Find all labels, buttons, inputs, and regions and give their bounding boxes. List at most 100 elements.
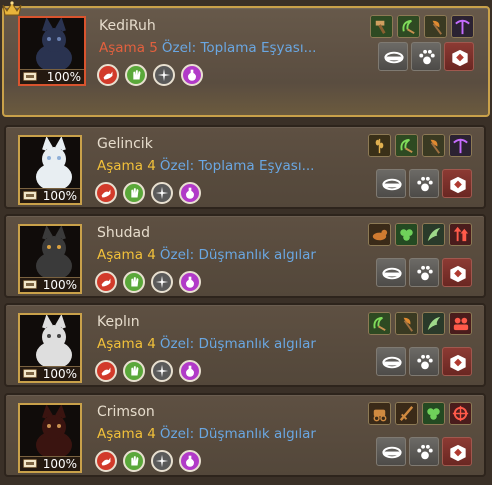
pet-stats (95, 271, 201, 293)
pet-portrait[interactable]: 100% (18, 16, 86, 86)
potion-icon[interactable] (179, 450, 201, 472)
pet-image (36, 405, 72, 459)
pet-card[interactable]: 100% Keplın Aşama 4 Özel: Düşmanlık algıl… (4, 303, 486, 387)
special-ability: Özel: Düşmanlık algılar (159, 336, 316, 352)
pet-skills (370, 15, 474, 38)
pet-card[interactable]: 100% Crimson Aşama 4 Özel: Düşmanlık algı… (4, 393, 486, 477)
sparkle-icon[interactable] (151, 182, 173, 204)
pet-percent: 100% (20, 188, 80, 203)
pet-skills (368, 312, 472, 335)
speed-icon[interactable] (95, 182, 117, 204)
sparkle-icon[interactable] (151, 450, 173, 472)
pet-percent: 100% (20, 69, 84, 84)
pet-name: Gelincik (97, 136, 153, 152)
axe-icon[interactable] (422, 134, 445, 157)
pet-stats (95, 182, 201, 204)
hand-icon[interactable] (125, 64, 147, 86)
sparkle-icon[interactable] (151, 271, 173, 293)
release-icon[interactable] (442, 347, 472, 376)
paw-icon[interactable] (409, 347, 439, 376)
speed-icon[interactable] (95, 271, 117, 293)
pet-card[interactable]: 100% Shudad Aşama 4 Özel: Düşmanlık algıl… (4, 214, 486, 298)
paw-icon[interactable] (409, 258, 439, 287)
pet-stats (95, 360, 201, 382)
stage-label: Aşama 4 (97, 426, 156, 442)
sickle-icon[interactable] (395, 134, 418, 157)
sickle-icon[interactable] (368, 312, 391, 335)
hand-icon[interactable] (123, 360, 145, 382)
pet-name: Keplın (97, 314, 140, 330)
speed-icon[interactable] (95, 360, 117, 382)
release-icon[interactable] (442, 258, 472, 287)
arrow-up-icon[interactable] (449, 223, 472, 246)
pet-actions (376, 437, 472, 466)
sickle-icon[interactable] (397, 15, 420, 38)
pet-percent: 100% (20, 277, 80, 292)
pickaxe-icon[interactable] (451, 15, 474, 38)
pet-percent: 100% (20, 456, 80, 471)
potion-icon[interactable] (179, 182, 201, 204)
pet-stage: Aşama 4 Özel: Düşmanlık algılar (97, 336, 316, 352)
special-ability: Özel: Düşmanlık algılar (159, 247, 316, 263)
pet-portrait[interactable]: 100% (18, 135, 82, 205)
pet-card[interactable]: 100% KediRuh Aşama 5 Özel: Toplama Eşyası… (2, 6, 490, 117)
axe-icon[interactable] (424, 15, 447, 38)
wheat-icon[interactable] (368, 134, 391, 157)
hammer-icon[interactable] (370, 15, 393, 38)
ticket-icon (23, 72, 37, 81)
feed-bowl-icon[interactable] (376, 437, 406, 466)
pet-stage: Aşama 4 Özel: Düşmanlık algılar (97, 426, 316, 442)
carriage-icon[interactable] (368, 402, 391, 425)
clover-icon[interactable] (395, 223, 418, 246)
potion-icon[interactable] (179, 271, 201, 293)
potion-icon[interactable] (179, 360, 201, 382)
pet-image (36, 226, 72, 280)
paw-icon[interactable] (409, 169, 439, 198)
feed-bowl-icon[interactable] (376, 258, 406, 287)
pet-stage: Aşama 5 Özel: Toplama Eşyası... (99, 40, 316, 56)
sparkle-icon[interactable] (151, 360, 173, 382)
pet-card[interactable]: 100% Gelincik Aşama 4 Özel: Toplama Eşyas… (4, 125, 486, 209)
feed-bowl-icon[interactable] (378, 42, 408, 71)
pet-actions (378, 42, 474, 71)
speed-icon[interactable] (95, 450, 117, 472)
ticket-icon (23, 191, 37, 200)
group-icon[interactable] (449, 312, 472, 335)
pet-stage: Aşama 4 Özel: Düşmanlık algılar (97, 247, 316, 263)
wing-icon[interactable] (422, 312, 445, 335)
stage-label: Aşama 4 (97, 336, 156, 352)
potion-icon[interactable] (181, 64, 203, 86)
feed-bowl-icon[interactable] (376, 169, 406, 198)
pet-name: KediRuh (99, 18, 156, 34)
pet-percent: 100% (20, 366, 80, 381)
target-icon[interactable] (449, 402, 472, 425)
paw-icon[interactable] (411, 42, 441, 71)
pet-actions (376, 347, 472, 376)
speed-icon[interactable] (97, 64, 119, 86)
pet-skills (368, 223, 472, 246)
pet-name: Crimson (97, 404, 155, 420)
hand-icon[interactable] (123, 271, 145, 293)
pet-actions (376, 258, 472, 287)
pet-portrait[interactable]: 100% (18, 313, 82, 383)
feed-bowl-icon[interactable] (376, 347, 406, 376)
hand-icon[interactable] (123, 450, 145, 472)
release-icon[interactable] (444, 42, 474, 71)
pickaxe-icon[interactable] (449, 134, 472, 157)
special-ability: Özel: Toplama Eşyası... (159, 158, 315, 174)
special-ability: Özel: Toplama Eşyası... (161, 40, 317, 56)
paw-icon[interactable] (409, 437, 439, 466)
hand-icon[interactable] (123, 182, 145, 204)
pet-portrait[interactable]: 100% (18, 224, 82, 294)
sparkle-icon[interactable] (153, 64, 175, 86)
pet-image (36, 18, 72, 72)
axe-icon[interactable] (395, 312, 418, 335)
release-icon[interactable] (442, 169, 472, 198)
pet-portrait[interactable]: 100% (18, 403, 82, 473)
ticket-icon (23, 369, 37, 378)
clover-icon[interactable] (422, 402, 445, 425)
release-icon[interactable] (442, 437, 472, 466)
sword-icon[interactable] (395, 402, 418, 425)
pet-icon[interactable] (368, 223, 391, 246)
wing-icon[interactable] (422, 223, 445, 246)
